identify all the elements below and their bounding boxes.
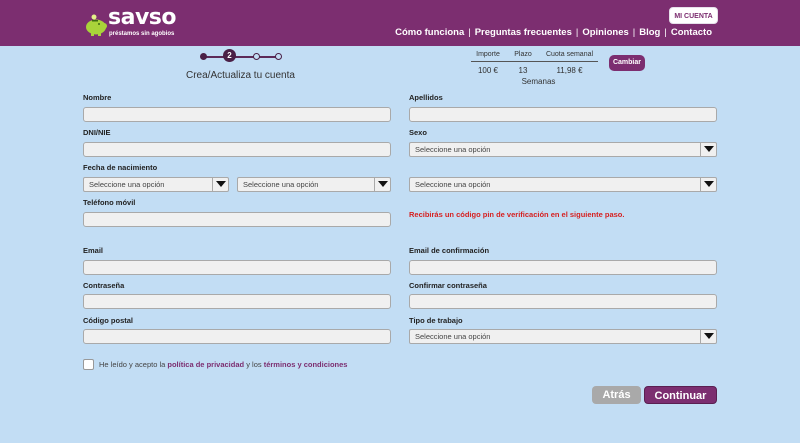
email-label: Email — [83, 246, 104, 255]
summary-header-term: Plazo — [514, 51, 532, 58]
nombre-label: Nombre — [83, 93, 112, 102]
birth-day-value: Seleccione una opción — [89, 180, 165, 189]
consent-row: He leído y acepto la política de privaci… — [83, 359, 347, 370]
main-nav: Cómo funciona | Preguntas frecuentes | O… — [395, 27, 712, 38]
postal-code-input[interactable] — [83, 329, 391, 344]
phone-label: Teléfono móvil — [83, 198, 136, 207]
birth-year-value: Seleccione una opción — [415, 180, 491, 189]
nav-contact[interactable]: Contacto — [671, 27, 712, 38]
postal-code-label: Código postal — [83, 316, 133, 325]
summary-weekly-fee: 11,98 € — [556, 66, 583, 75]
email-confirm-label: Email de confirmación — [409, 246, 490, 255]
step-3-dot — [253, 53, 260, 60]
chevron-down-icon — [700, 178, 716, 191]
birth-month-select[interactable]: Seleccione una opción — [237, 177, 391, 192]
summary-header-row: Importe Plazo Cuota semanal — [471, 51, 598, 62]
birthdate-label: Fecha de nacimiento — [83, 163, 158, 172]
nav-faq[interactable]: Preguntas frecuentes — [475, 27, 572, 38]
summary-values-row: 100 € 13 11,98 € — [471, 62, 598, 75]
logo-tagline: préstamos sin agobios — [109, 31, 175, 37]
password-label: Contraseña — [83, 281, 125, 290]
step-2-current: 2 — [223, 49, 236, 62]
chevron-down-icon — [212, 178, 228, 191]
sexo-value: Seleccione una opción — [415, 145, 491, 154]
summary-header-fee: Cuota semanal — [545, 51, 594, 58]
my-account-button[interactable]: MI CUENTA — [669, 7, 718, 24]
password-confirm-label: Confirmar contraseña — [409, 281, 487, 290]
summary-term-unit: Semanas — [521, 77, 556, 86]
step-1-dot — [200, 53, 207, 60]
sexo-select[interactable]: Seleccione una opción — [409, 142, 717, 157]
password-confirm-input[interactable] — [409, 294, 717, 309]
nombre-input[interactable] — [83, 107, 391, 122]
continue-button[interactable]: Continuar — [644, 386, 717, 404]
dni-label: DNI/NIE — [83, 128, 111, 137]
nav-separator: | — [468, 27, 471, 38]
nav-blog[interactable]: Blog — [639, 27, 660, 38]
birth-month-value: Seleccione una opción — [243, 180, 319, 189]
progress-stepper: 2 — [200, 49, 284, 65]
stepper-line — [204, 56, 280, 58]
summary-header-amount: Importe — [476, 51, 500, 58]
chevron-down-icon — [700, 330, 716, 343]
nav-separator: | — [632, 27, 636, 38]
apellidos-input[interactable] — [409, 107, 717, 122]
nav-how-it-works[interactable]: Cómo funciona — [395, 27, 464, 38]
privacy-policy-link[interactable]: política de privacidad — [167, 360, 244, 369]
nav-separator: | — [575, 27, 579, 38]
logo-wordmark: savso — [108, 5, 177, 30]
top-header: savso préstamos sin agobios MI CUENTA Có… — [0, 0, 800, 46]
summary-amount: 100 € — [477, 66, 499, 75]
job-type-select[interactable]: Seleccione una opción — [409, 329, 717, 344]
savso-logo[interactable]: savso préstamos sin agobios — [84, 5, 184, 42]
pin-notice: Recibirás un código pin de verificación … — [409, 210, 625, 219]
job-type-value: Seleccione una opción — [415, 332, 491, 341]
step-title: Crea/Actualiza tu cuenta — [186, 70, 295, 81]
loan-summary: Importe Plazo Cuota semanal 100 € 13 11,… — [471, 51, 598, 86]
email-input[interactable] — [83, 260, 391, 275]
consent-middle: y los — [246, 360, 262, 369]
password-input[interactable] — [83, 294, 391, 309]
consent-checkbox[interactable] — [83, 359, 94, 370]
birth-day-select[interactable]: Seleccione una opción — [83, 177, 229, 192]
chevron-down-icon — [700, 143, 716, 156]
email-confirm-input[interactable] — [409, 260, 717, 275]
sexo-label: Sexo — [409, 128, 427, 137]
back-button[interactable]: Atrás — [592, 386, 641, 404]
nav-reviews[interactable]: Opiniones — [582, 27, 628, 38]
consent-prefix: He leído y acepto la — [99, 360, 166, 369]
summary-term: 13 — [518, 66, 528, 75]
dni-input[interactable] — [83, 142, 391, 157]
birth-year-select[interactable]: Seleccione una opción — [409, 177, 717, 192]
change-loan-button[interactable]: Cambiar — [609, 55, 645, 71]
job-type-label: Tipo de trabajo — [409, 316, 463, 325]
step-4-dot — [275, 53, 282, 60]
apellidos-label: Apellidos — [409, 93, 443, 102]
piggy-bank-icon — [86, 14, 107, 36]
phone-input[interactable] — [83, 212, 391, 227]
nav-separator: | — [664, 27, 667, 38]
chevron-down-icon — [374, 178, 390, 191]
terms-link[interactable]: términos y condiciones — [264, 360, 348, 369]
